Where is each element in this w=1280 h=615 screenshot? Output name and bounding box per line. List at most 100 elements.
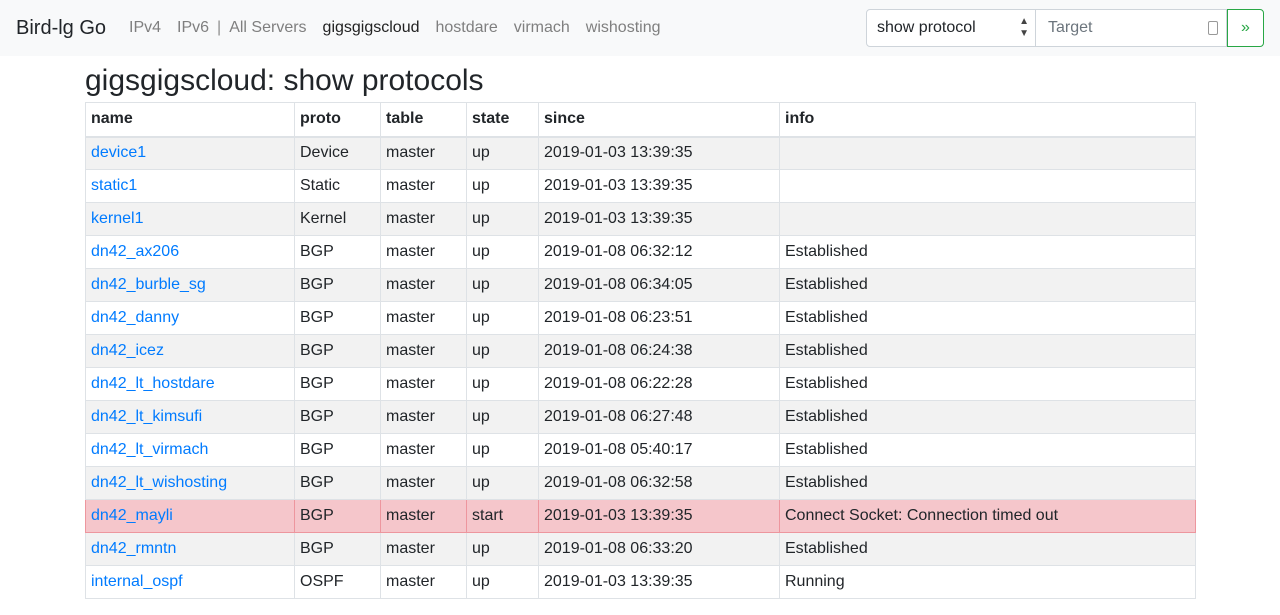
cell-proto: BGP bbox=[294, 532, 381, 566]
select-arrows-icon: ▲ ▼ bbox=[1019, 16, 1029, 39]
protocol-link[interactable]: dn42_rmntn bbox=[91, 540, 176, 557]
cell-name: dn42_rmntn bbox=[85, 532, 295, 566]
cell-proto: BGP bbox=[294, 433, 381, 467]
protocol-link[interactable]: kernel1 bbox=[91, 210, 143, 227]
cell-state: start bbox=[466, 499, 539, 533]
cell-state: up bbox=[466, 268, 539, 302]
cell-state: up bbox=[466, 136, 539, 170]
cell-info: Connect Socket: Connection timed out bbox=[779, 499, 1196, 533]
column-header-table: table bbox=[380, 102, 467, 138]
query-type-select[interactable]: show protocol ▲ ▼ bbox=[866, 9, 1036, 47]
target-input[interactable]: Target bbox=[1036, 9, 1227, 47]
nav-link-ipv6[interactable]: IPv6 bbox=[177, 19, 209, 37]
cell-name: dn42_lt_hostdare bbox=[85, 367, 295, 401]
cell-state: up bbox=[466, 433, 539, 467]
protocol-link[interactable]: dn42_ax206 bbox=[91, 243, 179, 260]
cell-info: Established bbox=[779, 400, 1196, 434]
cell-name: static1 bbox=[85, 169, 295, 203]
column-header-name: name bbox=[85, 102, 295, 138]
cell-state: up bbox=[466, 301, 539, 335]
cell-table: master bbox=[380, 433, 467, 467]
nav-link-all-servers[interactable]: All Servers bbox=[229, 19, 306, 37]
table-row: dn42_lt_virmach BGP master up 2019-01-08 05:… bbox=[85, 433, 1196, 467]
cell-state: up bbox=[466, 235, 539, 269]
cell-proto: BGP bbox=[294, 334, 381, 368]
cell-proto: BGP bbox=[294, 367, 381, 401]
query-form: show protocol ▲ ▼ Target » bbox=[866, 9, 1264, 47]
cell-since: 2019-01-08 06:32:58 bbox=[538, 466, 780, 500]
nav-link-hostdare[interactable]: hostdare bbox=[436, 19, 498, 37]
cell-info bbox=[779, 136, 1196, 170]
cell-name: kernel1 bbox=[85, 202, 295, 236]
cell-info: Established bbox=[779, 235, 1196, 269]
cell-info: Established bbox=[779, 334, 1196, 368]
cell-info bbox=[779, 169, 1196, 203]
cell-info: Established bbox=[779, 367, 1196, 401]
protocol-link[interactable]: dn42_lt_wishosting bbox=[91, 474, 227, 491]
protocol-link[interactable]: device1 bbox=[91, 144, 146, 161]
nav-links: IPv4 IPv6 | All Servers gigsgigscloud hostdar… bbox=[129, 0, 676, 56]
navbar: Bird-lg Go IPv4 IPv6 | All Servers gigsgigsc… bbox=[0, 0, 1280, 56]
table-row: device1 Device master up 2019-01-03 13:39:35 bbox=[85, 136, 1196, 170]
cell-since: 2019-01-08 06:22:28 bbox=[538, 367, 780, 401]
cell-info: Established bbox=[779, 466, 1196, 500]
page-title: gigsgigscloud: show protocols bbox=[85, 64, 484, 97]
cell-proto: BGP bbox=[294, 499, 381, 533]
cell-proto: BGP bbox=[294, 235, 381, 269]
submit-button[interactable]: » bbox=[1227, 9, 1264, 47]
cell-state: up bbox=[466, 334, 539, 368]
cell-since: 2019-01-03 13:39:35 bbox=[538, 136, 780, 170]
cell-proto: Static bbox=[294, 169, 381, 203]
brand[interactable]: Bird-lg Go bbox=[16, 0, 106, 56]
cell-name: dn42_mayli bbox=[85, 499, 295, 533]
protocol-link[interactable]: dn42_lt_virmach bbox=[91, 441, 208, 458]
main-content: gigsgigscloud: show protocols name proto t… bbox=[85, 56, 1196, 599]
table-row: dn42_icez BGP master up 2019-01-08 06:24:38 E… bbox=[85, 334, 1196, 368]
nav-link-ipv4[interactable]: IPv4 bbox=[129, 19, 161, 37]
cell-since: 2019-01-08 06:24:38 bbox=[538, 334, 780, 368]
nav-link-gigsgigscloud[interactable]: gigsgigscloud bbox=[323, 19, 420, 37]
cell-state: up bbox=[466, 400, 539, 434]
cell-since: 2019-01-08 06:34:05 bbox=[538, 268, 780, 302]
cell-name: device1 bbox=[85, 136, 295, 170]
cell-since: 2019-01-08 06:23:51 bbox=[538, 301, 780, 335]
column-header-since: since bbox=[538, 102, 780, 138]
table-body: device1 Device master up 2019-01-03 13:39:35… bbox=[85, 136, 1196, 599]
protocol-link[interactable]: dn42_lt_kimsufi bbox=[91, 408, 202, 425]
table-row: dn42_burble_sg BGP master up 2019-01-08 06:3… bbox=[85, 268, 1196, 302]
cell-table: master bbox=[380, 136, 467, 170]
cell-name: dn42_icez bbox=[85, 334, 295, 368]
cell-name: internal_ospf bbox=[85, 565, 295, 599]
cell-since: 2019-01-08 05:40:17 bbox=[538, 433, 780, 467]
cell-proto: Device bbox=[294, 136, 381, 170]
table-row: dn42_ax206 BGP master up 2019-01-08 06:32:12… bbox=[85, 235, 1196, 269]
table-row: dn42_rmntn BGP master up 2019-01-08 06:33:20… bbox=[85, 532, 1196, 566]
cell-table: master bbox=[380, 499, 467, 533]
table-row: dn42_danny BGP master up 2019-01-08 06:23:51… bbox=[85, 301, 1196, 335]
column-header-state: state bbox=[466, 102, 539, 138]
nav-link-wishosting[interactable]: wishosting bbox=[586, 19, 661, 37]
protocol-link[interactable]: dn42_icez bbox=[91, 342, 164, 359]
cell-table: master bbox=[380, 400, 467, 434]
cell-proto: BGP bbox=[294, 466, 381, 500]
protocol-link[interactable]: dn42_lt_hostdare bbox=[91, 375, 215, 392]
table-row: dn42_lt_hostdare BGP master up 2019-01-08 06… bbox=[85, 367, 1196, 401]
nav-separator: | bbox=[217, 19, 222, 36]
protocol-link[interactable]: dn42_mayli bbox=[91, 507, 173, 524]
cell-name: dn42_lt_virmach bbox=[85, 433, 295, 467]
table-row: internal_ospf OSPF master up 2019-01-03 13:3… bbox=[85, 565, 1196, 599]
cell-since: 2019-01-03 13:39:35 bbox=[538, 565, 780, 599]
query-type-value: show protocol bbox=[877, 19, 976, 36]
nav-link-virmach[interactable]: virmach bbox=[514, 19, 570, 37]
protocol-link[interactable]: dn42_burble_sg bbox=[91, 276, 206, 293]
cell-info: Established bbox=[779, 433, 1196, 467]
protocol-link[interactable]: static1 bbox=[91, 177, 137, 194]
cell-state: up bbox=[466, 202, 539, 236]
cell-info: Established bbox=[779, 268, 1196, 302]
cell-since: 2019-01-08 06:33:20 bbox=[538, 532, 780, 566]
table-row: dn42_mayli BGP master start 2019-01-03 13:39… bbox=[85, 499, 1196, 533]
cell-info bbox=[779, 202, 1196, 236]
column-header-info: info bbox=[779, 102, 1196, 138]
protocol-link[interactable]: dn42_danny bbox=[91, 309, 179, 326]
protocol-link[interactable]: internal_ospf bbox=[91, 573, 183, 590]
